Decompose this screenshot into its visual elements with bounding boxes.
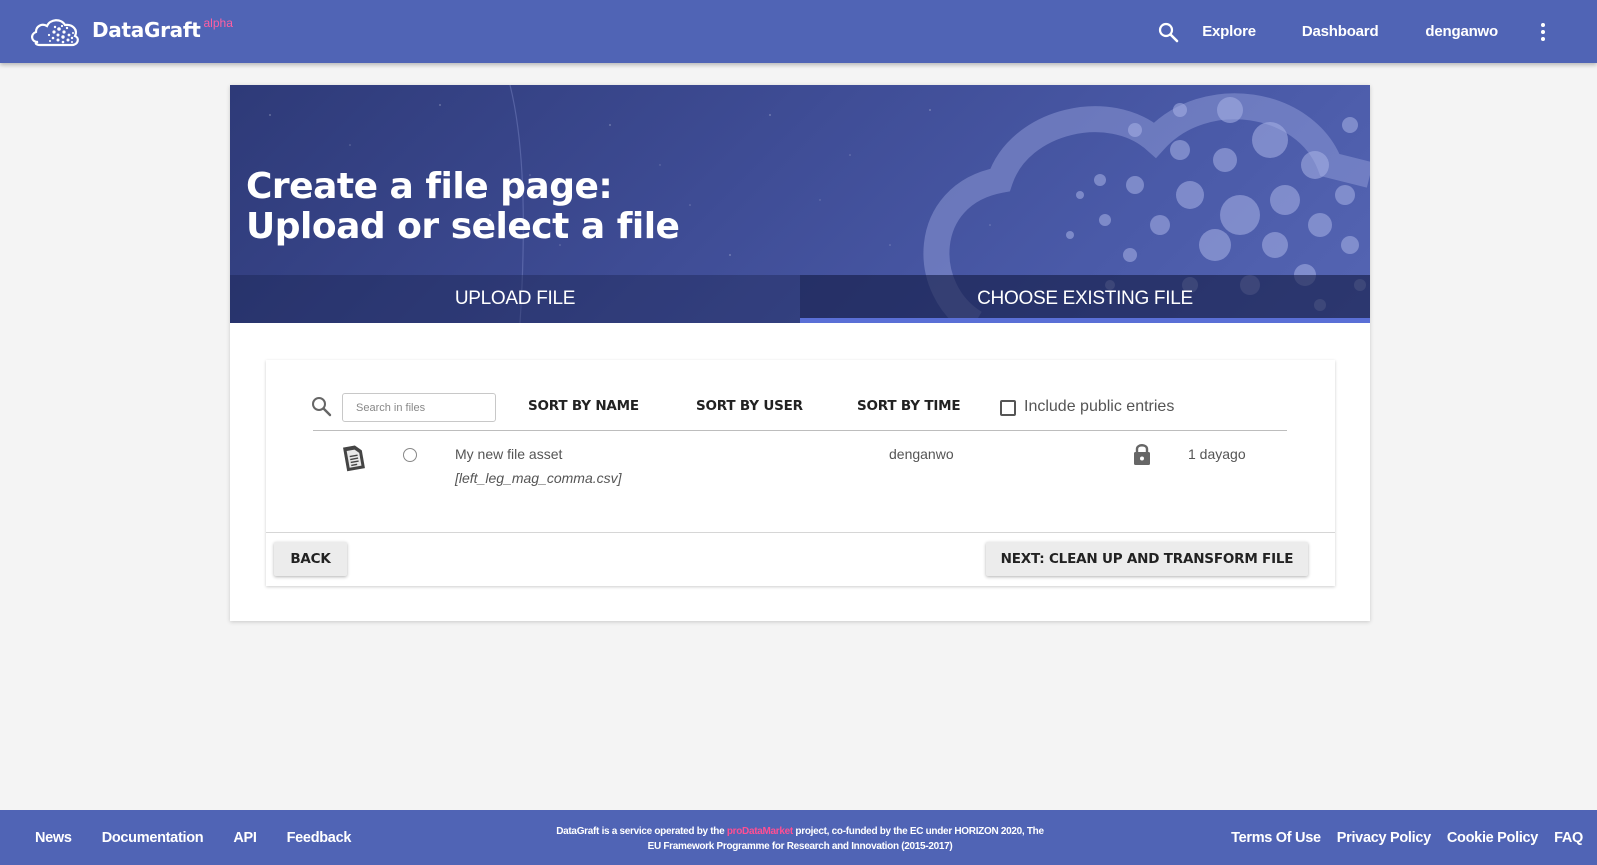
file-title[interactable]: My new file asset: [455, 446, 562, 462]
footer-terms-link[interactable]: Terms Of Use: [1231, 830, 1321, 846]
include-public-label[interactable]: Include public entries: [1024, 398, 1174, 416]
footer-api-link[interactable]: API: [233, 830, 257, 846]
file-owner: denganwo: [889, 446, 954, 462]
file-select-radio[interactable]: [403, 448, 417, 462]
footer-notice-prefix: DataGraft is a service operated by the: [556, 826, 727, 837]
hero-banner: Create a file page: Upload or select a f…: [230, 85, 1370, 323]
file-toolbar: SORT BY NAME SORT BY USER SORT BY TIME I…: [266, 360, 1335, 430]
prodatamarket-link[interactable]: proDataMarket: [727, 826, 793, 837]
tab-upload-file[interactable]: UPLOAD FILE: [230, 275, 800, 323]
search-icon: [312, 397, 332, 417]
footer-faq-link[interactable]: FAQ: [1554, 830, 1583, 846]
include-public-checkbox[interactable]: [1000, 400, 1016, 416]
footer-feedback-link[interactable]: Feedback: [287, 830, 352, 846]
more-vert-icon[interactable]: [1531, 20, 1555, 44]
alpha-badge: alpha: [203, 16, 233, 30]
brand-name: DataGraft: [92, 18, 201, 42]
nav-explore-link[interactable]: Explore: [1202, 23, 1256, 40]
file-row[interactable]: My new file asset [left_leg_mag_comma.cs…: [266, 431, 1335, 521]
brand[interactable]: DataGraft alpha: [28, 14, 233, 48]
footer-cookie-link[interactable]: Cookie Policy: [1447, 830, 1538, 846]
lock-icon: [1134, 444, 1150, 465]
file-filename: [left_leg_mag_comma.csv]: [455, 470, 622, 486]
next-clean-up-transform-button[interactable]: NEXT: CLEAN UP AND TRANSFORM FILE: [986, 542, 1308, 576]
sort-by-user-button[interactable]: SORT BY USER: [696, 398, 803, 414]
site-footer: News Documentation API Feedback DataGraf…: [0, 810, 1597, 865]
nav-dashboard-link[interactable]: Dashboard: [1302, 23, 1379, 40]
create-file-card: Create a file page: Upload or select a f…: [230, 85, 1370, 621]
footer-news-link[interactable]: News: [35, 830, 72, 846]
search-files-input[interactable]: [342, 393, 496, 422]
panel-footer-divider: [266, 532, 1335, 533]
footer-documentation-link[interactable]: Documentation: [102, 830, 204, 846]
sort-by-time-button[interactable]: SORT BY TIME: [857, 398, 961, 414]
nav-links: Explore Dashboard denganwo: [1156, 0, 1597, 63]
footer-links-left: News Documentation API Feedback: [35, 810, 381, 865]
cloud-logo-icon: [31, 19, 79, 47]
page-title-line-2: Upload or select a file: [246, 206, 680, 247]
sort-by-name-button[interactable]: SORT BY NAME: [528, 398, 639, 414]
source-tabs: UPLOAD FILE CHOOSE EXISTING FILE: [230, 275, 1370, 323]
tab-choose-existing-file[interactable]: CHOOSE EXISTING FILE: [800, 275, 1370, 323]
footer-notice-line2: EU Framework Programme for Research and …: [647, 841, 953, 852]
file-timestamp: 1 dayago: [1188, 446, 1246, 462]
footer-privacy-link[interactable]: Privacy Policy: [1337, 830, 1431, 846]
file-picker-panel: SORT BY NAME SORT BY USER SORT BY TIME I…: [266, 360, 1335, 586]
search-icon[interactable]: [1156, 20, 1180, 44]
footer-links-right: Terms Of Use Privacy Policy Cookie Polic…: [1215, 810, 1583, 865]
file-asset-icon: [343, 445, 365, 472]
top-navbar: DataGraft alpha Explore Dashboard dengan…: [0, 0, 1597, 63]
page-title: Create a file page: Upload or select a f…: [246, 166, 680, 247]
page-title-line-1: Create a file page:: [246, 166, 613, 207]
back-button[interactable]: BACK: [274, 542, 347, 576]
nav-user-menu[interactable]: denganwo: [1425, 23, 1498, 40]
footer-notice: DataGraft is a service operated by the p…: [540, 824, 1060, 854]
footer-notice-suffix: project, co-funded by the EC under HORIZ…: [792, 826, 1044, 837]
